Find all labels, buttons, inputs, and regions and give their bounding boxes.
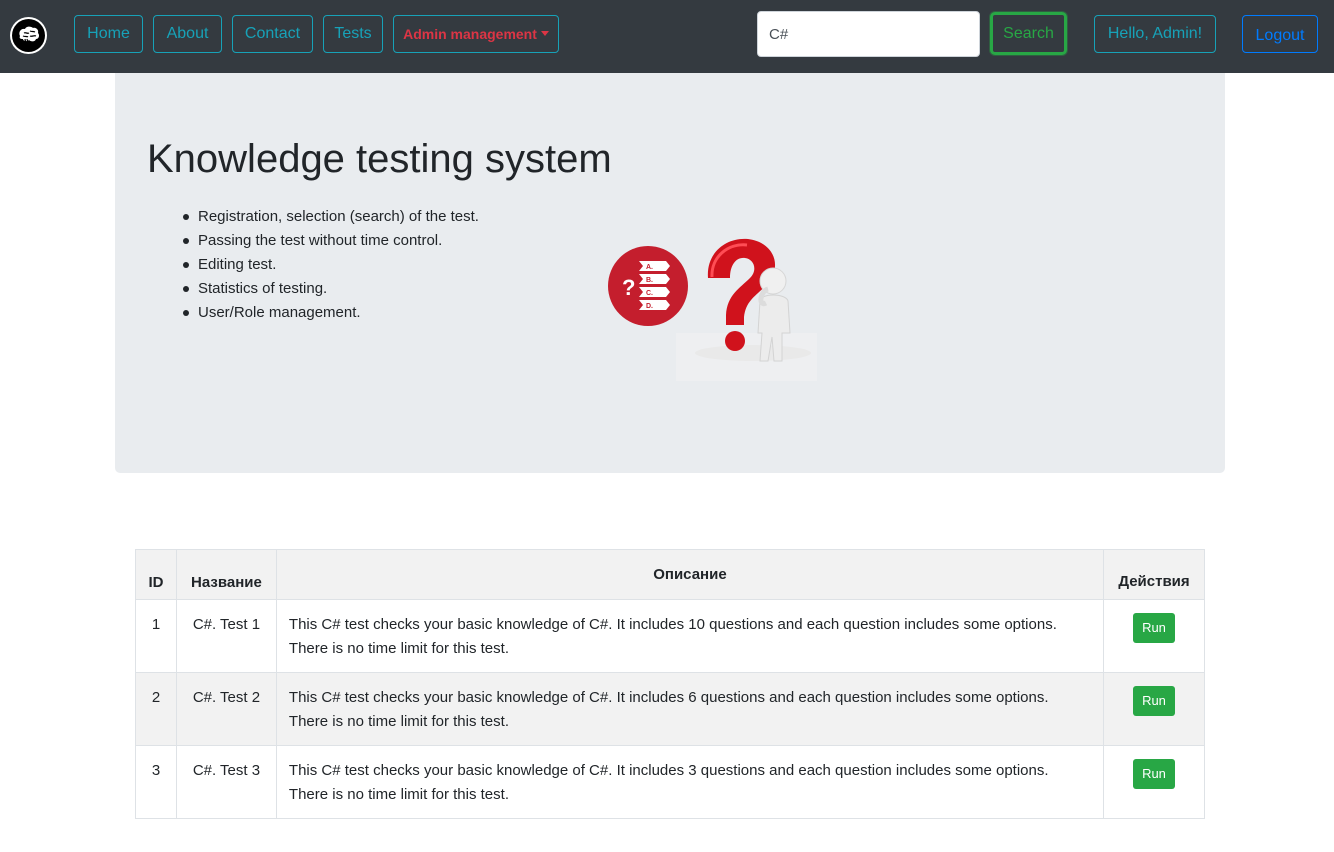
feature-item: Registration, selection (search) of the … (183, 205, 479, 229)
logout-button[interactable]: Logout (1242, 15, 1318, 53)
tests-table-container: ID Название Описание Действия 1 C#. Test… (135, 549, 1205, 819)
search-input-value: C# (769, 25, 789, 43)
header-id: ID (135, 549, 177, 600)
feature-list: Registration, selection (search) of the … (183, 205, 479, 325)
brand-logo[interactable] (10, 17, 47, 54)
search-input[interactable]: C# (757, 11, 980, 57)
nav-tests-link[interactable]: Tests (323, 15, 383, 53)
table-row: 2 C#. Test 2 This C# test checks your ba… (135, 672, 1205, 746)
cell-id: 2 (135, 672, 177, 746)
cell-actions: Run (1103, 745, 1205, 819)
question-person-icon: ? A. B. C. D. (608, 238, 817, 381)
table-row: 1 C#. Test 1 This C# test checks your ba… (135, 599, 1205, 673)
cell-actions: Run (1103, 599, 1205, 673)
search-button[interactable]: Search (990, 12, 1067, 55)
cell-actions: Run (1103, 672, 1205, 746)
navbar: Home About Contact Tests Admin managemen… (0, 0, 1334, 73)
cell-description: This C# test checks your basic knowledge… (275, 599, 1105, 673)
cell-id: 3 (135, 745, 177, 819)
cell-description: This C# test checks your basic knowledge… (275, 672, 1105, 746)
cell-name: C#. Test 3 (175, 745, 277, 819)
table-header-row: ID Название Описание Действия (135, 549, 1205, 600)
jumbotron: Knowledge testing system Registration, s… (115, 73, 1225, 473)
quiz-option-d: D. (646, 303, 653, 310)
cell-id: 1 (135, 599, 177, 673)
run-test-button[interactable]: Run (1133, 613, 1175, 643)
feature-item: Statistics of testing. (183, 277, 479, 301)
run-test-button[interactable]: Run (1133, 759, 1175, 789)
header-name: Название (175, 549, 277, 600)
quiz-option-c: C. (646, 290, 653, 297)
quiz-badge-icon (608, 246, 688, 326)
brain-icon (19, 26, 40, 45)
nav-about-link[interactable]: About (153, 15, 222, 53)
cell-description: This C# test checks your basic knowledge… (275, 745, 1105, 819)
nav-home-link[interactable]: Home (74, 15, 143, 53)
nav-contact-link[interactable]: Contact (232, 15, 313, 53)
caret-down-icon (540, 30, 549, 36)
user-greeting-button[interactable]: Hello, Admin! (1094, 15, 1216, 53)
admin-management-label: Admin management (403, 26, 537, 42)
header-description: Описание (275, 549, 1105, 600)
feature-item: Editing test. (183, 253, 479, 277)
run-test-button[interactable]: Run (1133, 686, 1175, 716)
tests-table: ID Название Описание Действия 1 C#. Test… (135, 549, 1205, 819)
table-row: 3 C#. Test 3 This C# test checks your ba… (135, 745, 1205, 819)
quiz-option-a: A. (646, 264, 653, 271)
cell-name: C#. Test 2 (175, 672, 277, 746)
header-actions: Действия (1103, 549, 1205, 600)
page-title: Knowledge testing system (147, 137, 612, 181)
cell-name: C#. Test 1 (175, 599, 277, 673)
quiz-option-b: B. (646, 277, 653, 284)
admin-management-dropdown[interactable]: Admin management (393, 15, 559, 53)
feature-item: User/Role management. (183, 301, 479, 325)
feature-item: Passing the test without time control. (183, 229, 479, 253)
svg-text:?: ? (622, 275, 635, 300)
